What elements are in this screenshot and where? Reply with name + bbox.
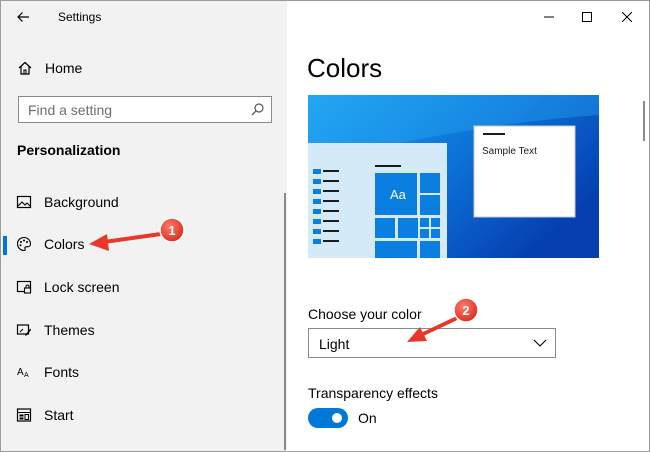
search-icon[interactable] bbox=[250, 102, 265, 117]
sidebar-item-lock-screen[interactable]: Lock screen bbox=[1, 268, 285, 306]
palette-icon bbox=[16, 236, 32, 252]
sidebar-item-label: Background bbox=[44, 194, 119, 210]
preview-image: Aa Sample Text bbox=[308, 95, 599, 258]
back-arrow-icon bbox=[17, 12, 29, 22]
sidebar-item-themes[interactable]: Themes bbox=[1, 311, 285, 349]
main-scrollbar[interactable] bbox=[643, 101, 645, 141]
themes-icon bbox=[16, 324, 31, 336]
start-icon bbox=[16, 408, 32, 422]
maximize-button[interactable] bbox=[565, 1, 609, 33]
sidebar-item-start[interactable]: Start bbox=[1, 396, 285, 434]
choose-color-label: Choose your color bbox=[308, 306, 422, 322]
picture-icon bbox=[16, 195, 32, 209]
sidebar-item-background[interactable]: Background bbox=[1, 183, 285, 221]
page-title: Colors bbox=[307, 53, 383, 83]
home-icon bbox=[18, 61, 32, 75]
color-mode-value: Light bbox=[319, 336, 350, 352]
sidebar-item-fonts[interactable]: A A Fonts bbox=[1, 353, 285, 391]
sidebar-item-label: Fonts bbox=[44, 364, 80, 380]
sidebar-scrollbar[interactable] bbox=[284, 193, 286, 450]
sidebar-item-label: Themes bbox=[44, 322, 95, 338]
close-icon bbox=[622, 12, 632, 22]
active-indicator bbox=[3, 236, 7, 255]
search-input[interactable] bbox=[19, 97, 244, 122]
preview-tile-text: Aa bbox=[390, 187, 407, 202]
svg-text:A: A bbox=[17, 367, 24, 378]
chevron-down-icon bbox=[533, 339, 547, 347]
close-button[interactable] bbox=[605, 1, 649, 33]
transparency-state: On bbox=[358, 410, 377, 426]
main-content: Colors Aa Sample Text Choose your color … bbox=[287, 1, 649, 451]
sidebar: Settings Home Personalization Background bbox=[1, 1, 287, 451]
title-bar: Settings bbox=[1, 1, 287, 33]
section-heading-personalization: Personalization bbox=[17, 142, 121, 158]
sidebar-item-label: Colors bbox=[44, 236, 85, 252]
sidebar-item-colors[interactable]: Colors bbox=[1, 225, 285, 263]
preview-sample-text: Sample Text bbox=[482, 146, 537, 157]
svg-text:A: A bbox=[24, 372, 29, 379]
transparency-toggle[interactable] bbox=[308, 408, 348, 428]
color-mode-dropdown[interactable]: Light bbox=[308, 328, 556, 358]
maximize-icon bbox=[582, 12, 592, 22]
lock-screen-icon bbox=[16, 280, 32, 294]
sidebar-item-label: Lock screen bbox=[44, 279, 120, 295]
sidebar-item-label: Start bbox=[44, 407, 74, 423]
transparency-label: Transparency effects bbox=[308, 385, 438, 401]
toggle-knob bbox=[332, 413, 342, 423]
fonts-icon: A A bbox=[17, 367, 29, 379]
home-label: Home bbox=[45, 60, 83, 76]
window-title: Settings bbox=[58, 10, 102, 24]
sidebar-item-home[interactable]: Home bbox=[1, 53, 287, 83]
color-preview: Aa Sample Text bbox=[308, 95, 599, 258]
minimize-icon bbox=[544, 16, 554, 18]
back-button[interactable] bbox=[9, 5, 37, 29]
settings-window: Settings Home Personalization Background bbox=[0, 0, 650, 452]
search-box bbox=[18, 96, 272, 123]
